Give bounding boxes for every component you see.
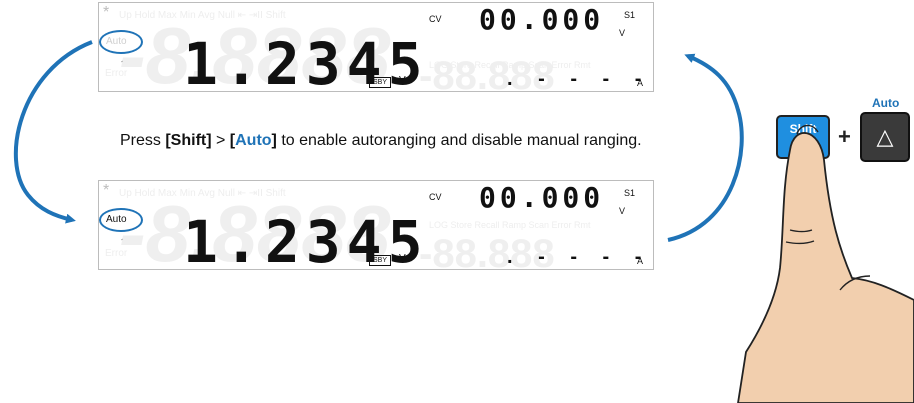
hand-icon	[737, 132, 914, 403]
hand-illustration	[737, 124, 914, 403]
